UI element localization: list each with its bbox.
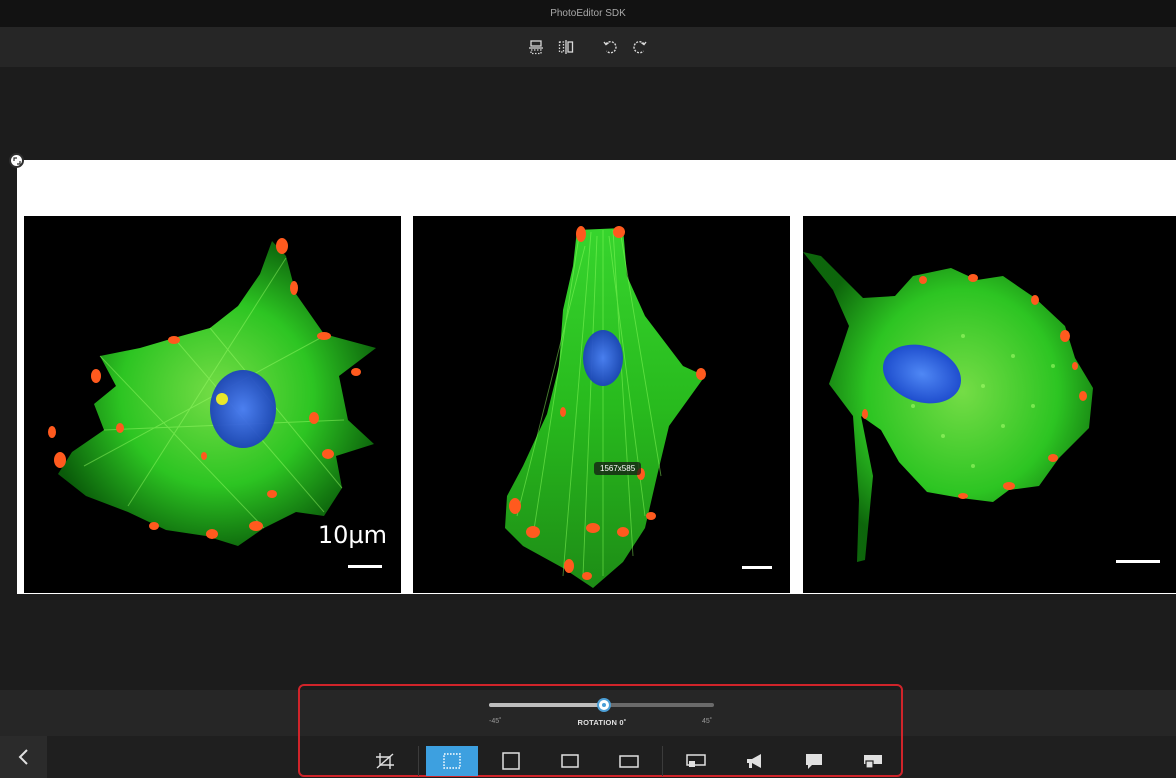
- crop-16-9[interactable]: [603, 746, 655, 776]
- rotation-min-label: -45˚: [489, 718, 502, 725]
- crop-free-off[interactable]: [359, 746, 411, 776]
- preset-announcement[interactable]: [729, 746, 781, 776]
- speech-bubble-icon: [806, 754, 822, 769]
- flip-vertical-icon: [529, 40, 543, 55]
- crop-ratio-toolbar: [359, 746, 906, 776]
- cell-image-3: [803, 252, 1093, 562]
- crop-corner-handle[interactable]: [9, 153, 24, 168]
- rotate-left-button[interactable]: [595, 32, 625, 62]
- flip-horizontal-icon: [558, 40, 574, 54]
- editor-canvas[interactable]: 10µm 1567x585: [0, 67, 1176, 690]
- slider-fill: [489, 703, 604, 707]
- rotation-caption: ROTATION 0˚: [577, 718, 627, 727]
- resize-arrows-icon: [12, 156, 21, 165]
- cover-photo-icon: [686, 754, 706, 767]
- rotate-left-icon: [603, 41, 617, 54]
- crop-custom-icon: [443, 753, 461, 769]
- scale-bar: [1116, 560, 1160, 563]
- crop-off-icon: [376, 753, 394, 769]
- chevron-left-icon: [18, 749, 28, 765]
- flip-horizontal-button[interactable]: [551, 32, 581, 62]
- megaphone-icon: [747, 754, 761, 768]
- preset-profile[interactable]: [847, 746, 899, 776]
- preset-speech[interactable]: [788, 746, 840, 776]
- crop-custom[interactable]: [426, 746, 478, 776]
- square-ratio-icon: [502, 752, 520, 770]
- back-button[interactable]: [0, 736, 47, 778]
- top-toolbar: [0, 27, 1176, 67]
- slider-knob[interactable]: [597, 698, 611, 712]
- title-bar: PhotoEditor SDK: [0, 0, 1176, 27]
- crop-4-3[interactable]: [544, 746, 596, 776]
- window-title: PhotoEditor SDK: [550, 8, 626, 19]
- scale-label: 10µm: [317, 521, 387, 549]
- flip-vertical-button[interactable]: [521, 32, 551, 62]
- rotation-max-label: 45˚: [702, 718, 713, 725]
- rotate-right-icon: [633, 41, 647, 54]
- rotation-slider[interactable]: [489, 698, 714, 712]
- image-preview[interactable]: 10µm 1567x585: [17, 160, 1176, 594]
- image-size-badge: 1567x585: [594, 462, 642, 475]
- ratio-4-3-icon: [561, 754, 579, 768]
- cell-image-2: [505, 226, 706, 588]
- preset-facebook-cover[interactable]: [670, 746, 722, 776]
- profile-photo-icon: [864, 755, 882, 769]
- crop-square[interactable]: [485, 746, 537, 776]
- cell-panel-3: [803, 216, 1176, 593]
- cell-panel-1: 10µm: [24, 216, 401, 593]
- scale-bar: [742, 566, 772, 569]
- cell-panel-2: [413, 216, 790, 593]
- ratio-16-9-icon: [619, 755, 639, 768]
- scale-bar: [348, 565, 382, 568]
- rotate-right-button[interactable]: [625, 32, 655, 62]
